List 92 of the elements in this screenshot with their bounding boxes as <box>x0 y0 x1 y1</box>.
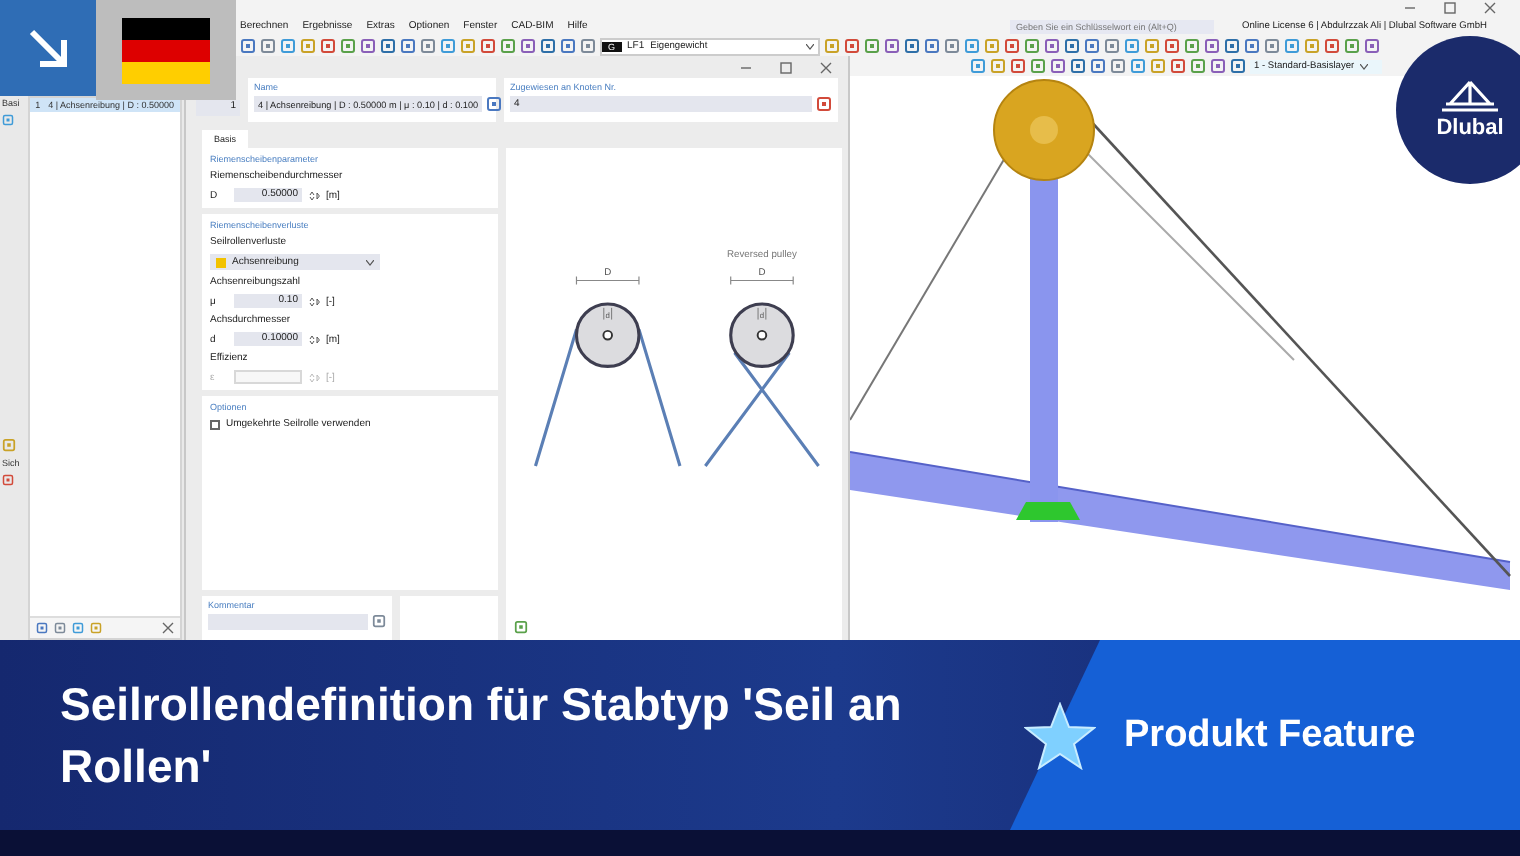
tool-icon[interactable] <box>1130 58 1146 74</box>
tool-icon[interactable] <box>1024 38 1040 54</box>
tool-icon[interactable] <box>400 38 416 54</box>
tool-icon[interactable] <box>1190 58 1206 74</box>
tool-icon[interactable] <box>1104 38 1120 54</box>
tool-icon[interactable] <box>1344 38 1360 54</box>
spinner-icon[interactable] <box>308 295 320 307</box>
tool-icon[interactable] <box>560 38 576 54</box>
tool-icon[interactable] <box>520 38 536 54</box>
minimize-icon[interactable] <box>1404 2 1416 14</box>
tool-icon[interactable] <box>1244 38 1260 54</box>
checkbox[interactable] <box>210 419 220 429</box>
tool-icon[interactable] <box>1184 38 1200 54</box>
tool-icon[interactable] <box>514 620 528 634</box>
tool-icon[interactable] <box>1110 58 1126 74</box>
tool-icon[interactable] <box>1070 58 1086 74</box>
tool-icon[interactable] <box>1230 58 1246 74</box>
tool-icon[interactable] <box>1090 58 1106 74</box>
tool-icon[interactable] <box>260 38 276 54</box>
tool-icon[interactable] <box>964 38 980 54</box>
close-icon[interactable] <box>1484 2 1496 14</box>
tool-icon[interactable] <box>990 58 1006 74</box>
close-icon[interactable] <box>162 622 174 634</box>
tool-icon[interactable] <box>540 38 556 54</box>
tool-icon[interactable] <box>420 38 436 54</box>
minimize-icon[interactable] <box>740 61 752 73</box>
tool-icon[interactable] <box>1324 38 1340 54</box>
dimension-line <box>575 276 640 285</box>
tool-icon[interactable] <box>1224 38 1240 54</box>
caret-icon <box>806 43 814 49</box>
close-icon[interactable] <box>820 61 832 73</box>
tool-icon[interactable] <box>300 38 316 54</box>
tool-icon[interactable] <box>984 38 1000 54</box>
tool-icon[interactable] <box>486 96 503 112</box>
tool-icon[interactable] <box>1064 38 1080 54</box>
tool-icon[interactable] <box>1044 38 1060 54</box>
tool-icon[interactable] <box>1010 58 1026 74</box>
caret-icon <box>366 259 374 265</box>
tool-icon[interactable] <box>1004 38 1020 54</box>
spinner-icon[interactable] <box>308 333 320 345</box>
tool-icon[interactable] <box>816 96 832 112</box>
bridge-icon <box>1440 80 1500 112</box>
tool-icon[interactable] <box>864 38 880 54</box>
tool-icon[interactable] <box>1084 38 1100 54</box>
flag-icon <box>122 17 210 83</box>
tool-icon[interactable] <box>904 38 920 54</box>
tool-icon[interactable] <box>480 38 496 54</box>
tool-icon[interactable] <box>1304 38 1320 54</box>
tool-icon[interactable] <box>2 114 14 126</box>
tool-icon[interactable] <box>1030 58 1046 74</box>
tool-icon[interactable] <box>884 38 900 54</box>
support-icon <box>1016 502 1080 520</box>
tool-icon[interactable] <box>280 38 296 54</box>
banner-title: Seilrollendefinition für Stabtyp 'Seil an Rollen' <box>60 675 904 795</box>
tool-icon[interactable] <box>240 38 256 54</box>
tool-icon[interactable] <box>944 38 960 54</box>
dimension-line <box>730 276 794 285</box>
tool-icon[interactable] <box>340 38 356 54</box>
tool-icon[interactable] <box>1210 58 1226 74</box>
tool-icon[interactable] <box>1164 38 1180 54</box>
star-icon <box>1024 701 1096 769</box>
tool-icon[interactable] <box>360 38 376 54</box>
tool-icon[interactable] <box>1364 38 1380 54</box>
arrow-icon <box>26 26 70 70</box>
tool-icon[interactable] <box>1144 38 1160 54</box>
tool-icon[interactable] <box>440 38 456 54</box>
tool-icon[interactable] <box>1264 38 1280 54</box>
tool-icon[interactable] <box>2 474 14 486</box>
tool-icon[interactable] <box>500 38 516 54</box>
tool-icon[interactable] <box>924 38 940 54</box>
tool-icon[interactable] <box>1204 38 1220 54</box>
comment-field[interactable] <box>208 614 368 630</box>
tool-icon[interactable] <box>1284 38 1300 54</box>
feature-tag: Produkt Feature <box>1124 713 1416 757</box>
tool-icon[interactable] <box>580 38 596 54</box>
maximize-icon[interactable] <box>1444 2 1456 14</box>
tool-icon[interactable] <box>372 614 386 628</box>
spinner-icon[interactable] <box>308 189 320 201</box>
tool-icon[interactable] <box>460 38 476 54</box>
tool-icon[interactable] <box>970 58 986 74</box>
tool-icon[interactable] <box>1170 58 1186 74</box>
tool-icon[interactable] <box>1150 58 1166 74</box>
tool-icon[interactable] <box>320 38 336 54</box>
tool-icon[interactable] <box>380 38 396 54</box>
maximize-icon[interactable] <box>780 61 792 73</box>
tool-icon[interactable] <box>844 38 860 54</box>
tool-icon[interactable] <box>1050 58 1066 74</box>
caret-icon <box>1360 63 1369 69</box>
tool-icon[interactable] <box>824 38 840 54</box>
card-background <box>400 596 498 640</box>
tool-icon[interactable] <box>1124 38 1140 54</box>
logo-text: Dlubal <box>1436 116 1504 140</box>
